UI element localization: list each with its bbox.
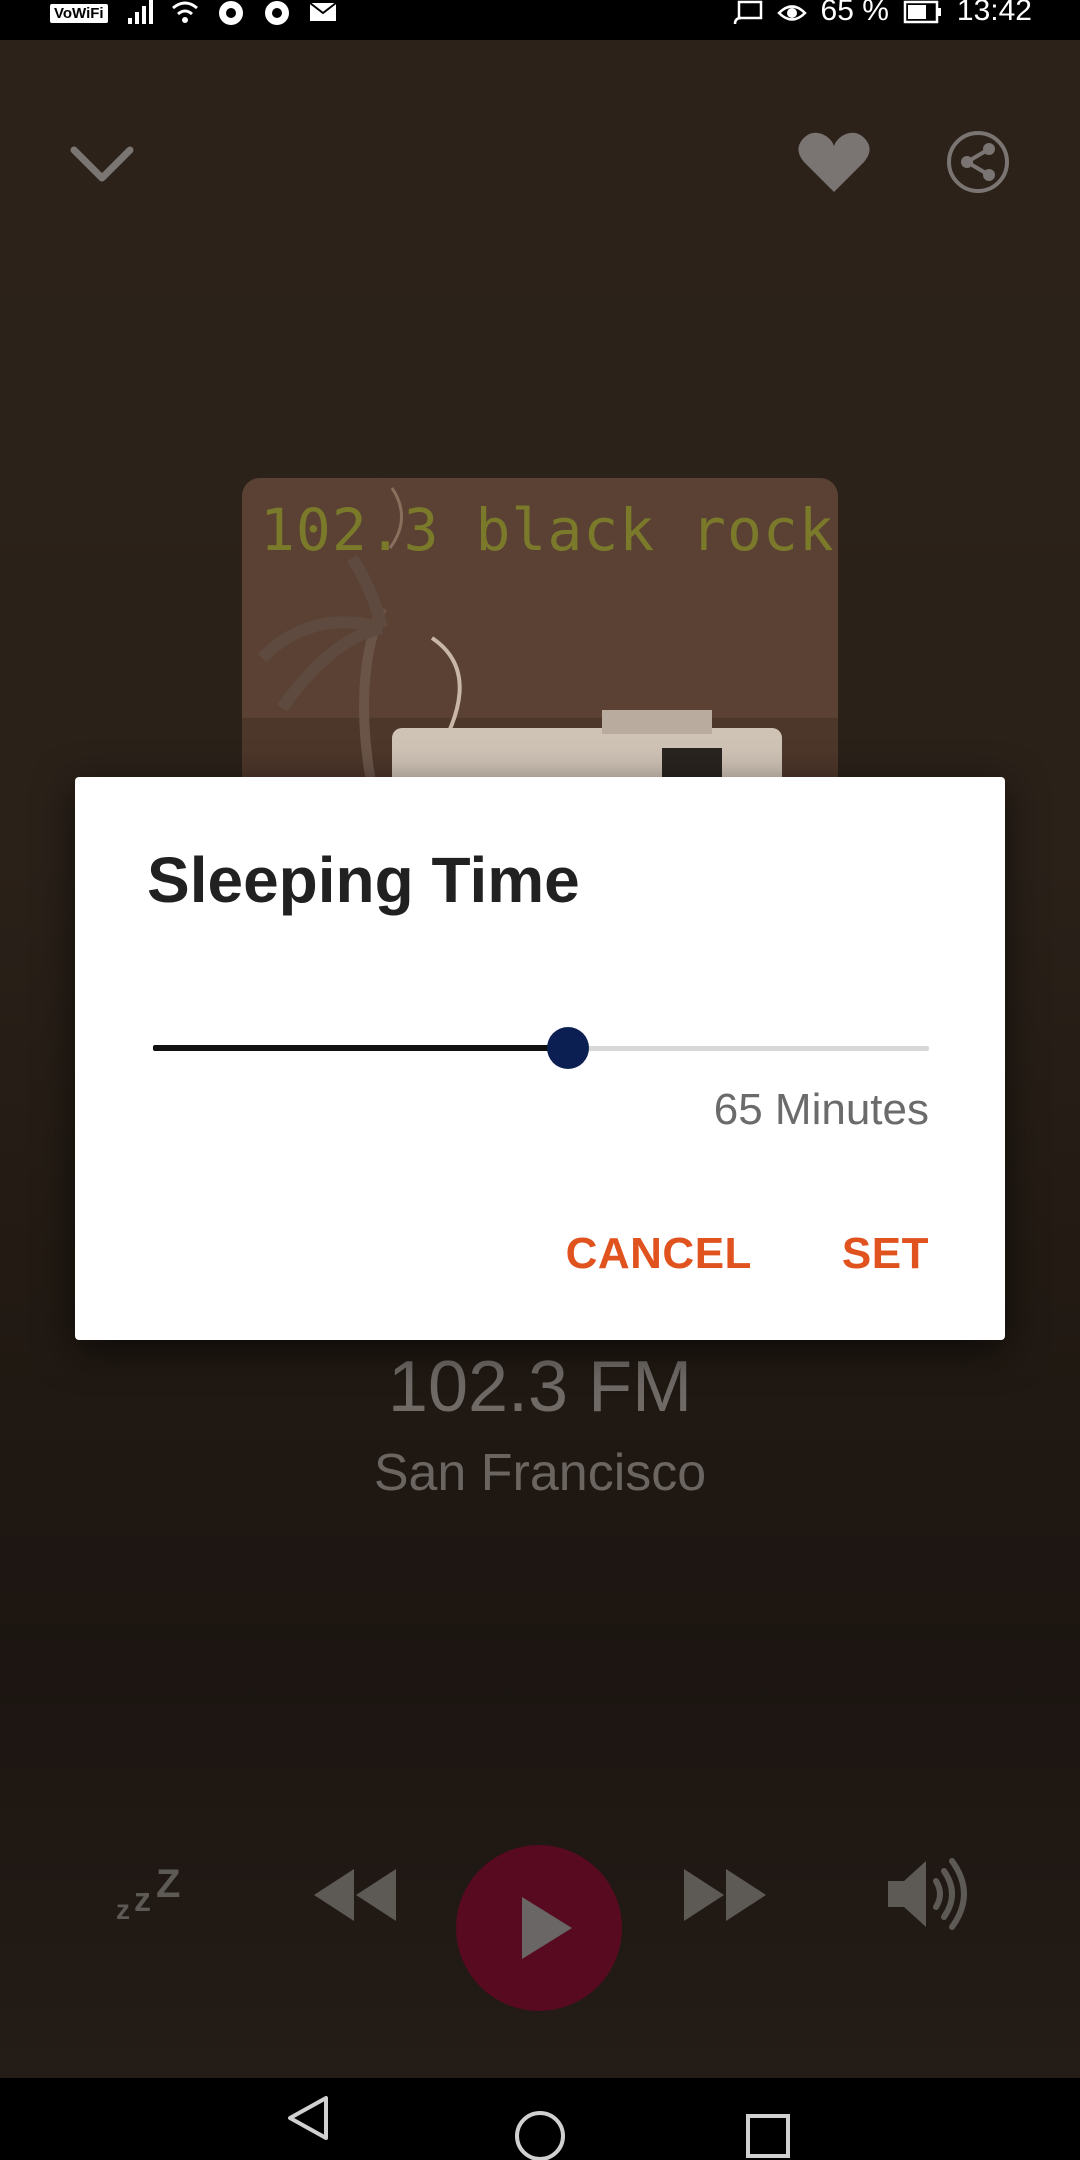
status-left-group: VoWiFi bbox=[50, 0, 338, 40]
play-button[interactable] bbox=[456, 1845, 622, 2011]
svg-text:z: z bbox=[116, 1894, 130, 1925]
dialog-actions: CANCEL SET bbox=[566, 1229, 929, 1279]
dialog-title: Sleeping Time bbox=[147, 844, 580, 916]
set-button[interactable]: SET bbox=[842, 1229, 929, 1279]
mail-icon bbox=[308, 2, 337, 21]
favorite-button[interactable] bbox=[792, 120, 876, 204]
chevron-down-icon bbox=[70, 146, 134, 182]
cast-icon bbox=[733, 0, 762, 25]
back-triangle-icon bbox=[288, 2096, 328, 2140]
station-city: San Francisco bbox=[373, 1444, 707, 1502]
cancel-button[interactable]: CANCEL bbox=[566, 1229, 752, 1279]
status-bar: VoWiFi 65 % 13:42 bbox=[0, 0, 1080, 40]
battery-percent: 65 % bbox=[820, 0, 889, 27]
svg-text:Z: Z bbox=[156, 1862, 180, 1906]
nav-recents-button[interactable] bbox=[728, 2078, 808, 2160]
recents-square-icon bbox=[746, 2114, 790, 2158]
navigation-bar bbox=[0, 2078, 1080, 2160]
home-circle-icon bbox=[515, 2111, 565, 2160]
volume-button[interactable] bbox=[882, 1849, 972, 1939]
sleep-timer-button[interactable]: z z Z bbox=[112, 1853, 192, 1933]
station-frequency: 102.3 FM bbox=[387, 1347, 693, 1427]
sleep-time-slider[interactable] bbox=[153, 1019, 929, 1079]
signal-icon bbox=[127, 0, 153, 24]
heart-icon bbox=[798, 132, 870, 192]
aperture-icon-2 bbox=[264, 1, 289, 25]
aperture-icon bbox=[218, 1, 243, 25]
share-button[interactable] bbox=[936, 120, 1020, 204]
vowifi-badge: VoWiFi bbox=[50, 3, 108, 23]
playback-controls: z z Z bbox=[0, 1805, 1080, 2011]
artwork-station-name: 102.3 black rock bbox=[260, 496, 835, 564]
slider-thumb[interactable] bbox=[547, 1027, 590, 1069]
eye-icon bbox=[776, 5, 807, 21]
battery-icon bbox=[903, 0, 941, 24]
clock: 13:42 bbox=[956, 0, 1032, 27]
fast-forward-button[interactable] bbox=[680, 1855, 770, 1935]
nav-home-button[interactable] bbox=[500, 2078, 580, 2160]
slider-fill bbox=[153, 1045, 569, 1051]
sleep-zzz-icon: z z Z bbox=[116, 1862, 180, 1925]
volume-icon bbox=[888, 1858, 967, 1930]
nav-back-button[interactable] bbox=[268, 2078, 348, 2160]
status-right-group: 65 % 13:42 bbox=[733, 0, 1032, 40]
wifi-icon bbox=[171, 1, 198, 23]
sleep-timer-dialog: Sleeping Time 65 Minutes CANCEL SET bbox=[75, 777, 1005, 1340]
slider-value-label: 65 Minutes bbox=[713, 1085, 929, 1134]
rewind-icon bbox=[314, 1869, 396, 1921]
svg-text:z: z bbox=[134, 1881, 151, 1919]
play-icon bbox=[522, 1897, 572, 1959]
rewind-button[interactable] bbox=[310, 1855, 400, 1935]
share-icon bbox=[947, 131, 1009, 193]
collapse-button[interactable] bbox=[60, 120, 144, 204]
fast-forward-icon bbox=[684, 1869, 766, 1921]
